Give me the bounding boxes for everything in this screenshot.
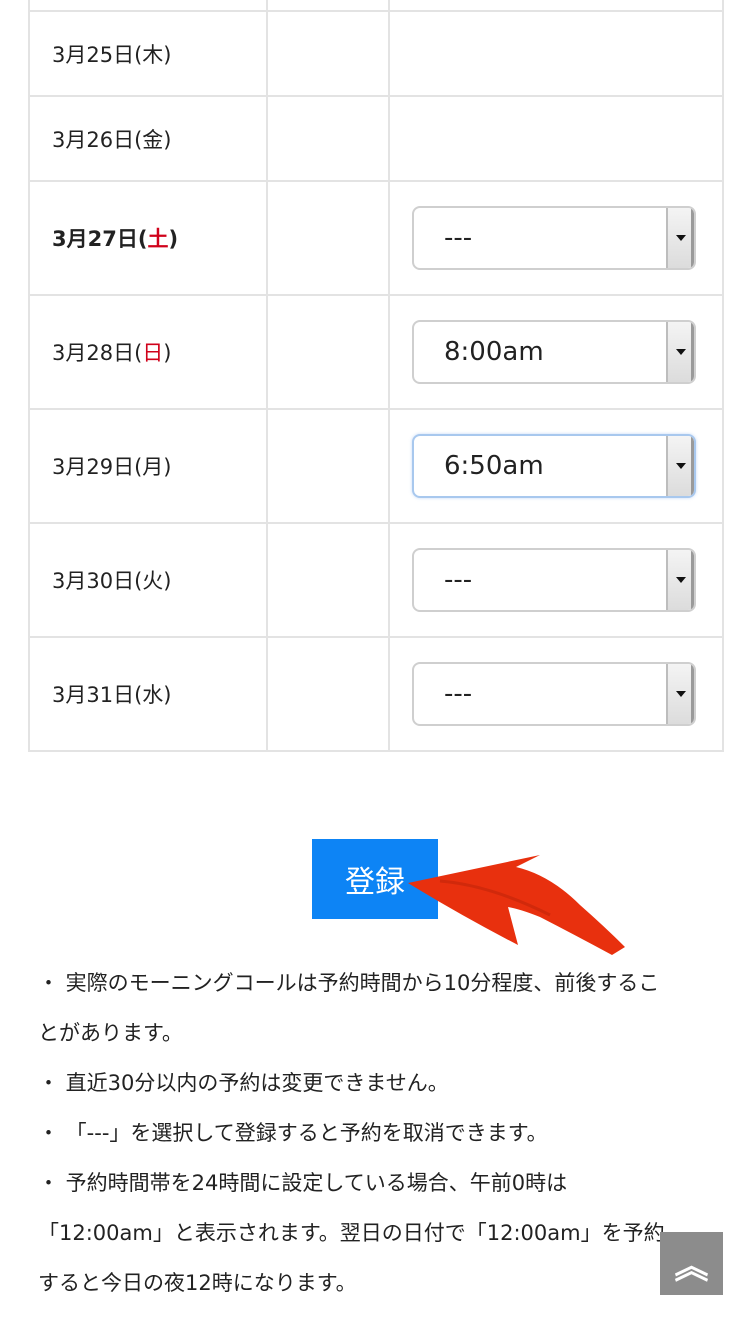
empty-cell — [266, 10, 390, 97]
empty-cell — [266, 294, 390, 410]
time-select-3-29[interactable]: 6:50am — [412, 434, 696, 498]
date-cell: 3月28日(日) — [28, 294, 268, 410]
note-line: ・ 予約時間帯を24時間に設定している場合、午前0時は — [38, 1171, 568, 1195]
double-chevron-up-icon: ︽ — [674, 1247, 709, 1287]
empty-cell — [266, 180, 390, 296]
table-row: 3月28日(日) 8:00am — [28, 294, 724, 410]
note-line: ・ 実際のモーニングコールは予約時間から10分程度、前後するこ — [38, 971, 660, 995]
empty-cell — [266, 522, 390, 638]
table-row-partial — [28, 0, 724, 12]
time-cell — [388, 95, 724, 182]
reservation-table: 3月25日(木) 3月26日(金) 3月27日(土) --- 3月28日(日) — [28, 0, 724, 752]
time-select-3-28[interactable]: 8:00am — [412, 320, 696, 384]
scroll-to-top-button[interactable]: ︽ — [660, 1232, 723, 1295]
chevron-down-icon — [666, 664, 694, 724]
note-line: ・ 「---」を選択して登録すると予約を取消できます。 — [38, 1121, 548, 1145]
time-cell: --- — [388, 180, 724, 296]
note-line: ・ 直近30分以内の予約は変更できません。 — [38, 1071, 449, 1095]
time-cell: --- — [388, 636, 724, 752]
note-line: とがあります。 — [38, 1021, 183, 1045]
time-cell: 6:50am — [388, 408, 724, 524]
date-cell: 3月25日(木) — [28, 10, 268, 97]
time-cell: --- — [388, 522, 724, 638]
time-select-3-30[interactable]: --- — [412, 548, 696, 612]
chevron-down-icon — [666, 322, 694, 382]
chevron-down-icon — [666, 550, 694, 610]
empty-cell — [266, 636, 390, 752]
table-row: 3月29日(月) 6:50am — [28, 408, 724, 524]
date-cell: 3月29日(月) — [28, 408, 268, 524]
time-cell: 8:00am — [388, 294, 724, 410]
date-cell: 3月27日(土) — [28, 180, 268, 296]
table-row: 3月27日(土) --- — [28, 180, 724, 296]
table-row: 3月26日(金) — [28, 95, 724, 182]
time-cell — [388, 10, 724, 97]
table-row: 3月31日(水) --- — [28, 636, 724, 752]
table-row: 3月25日(木) — [28, 10, 724, 97]
note-line: すると今日の夜12時になります。 — [38, 1271, 357, 1295]
date-cell: 3月26日(金) — [28, 95, 268, 182]
date-cell: 3月31日(水) — [28, 636, 268, 752]
time-select-3-31[interactable]: --- — [412, 662, 696, 726]
date-cell: 3月30日(火) — [28, 522, 268, 638]
note-line: 「12:00am」と表示されます。翌日の日付で「12:00am」を予約 — [38, 1221, 665, 1245]
chevron-down-icon — [666, 208, 694, 268]
empty-cell — [266, 95, 390, 182]
red-arrow-annotation-icon — [408, 855, 625, 955]
chevron-down-icon — [666, 436, 694, 496]
empty-cell — [266, 408, 390, 524]
table-row: 3月30日(火) --- — [28, 522, 724, 638]
notes-section: ・ 実際のモーニングコールは予約時間から10分程度、前後するこ とがあります。 … — [38, 958, 728, 1308]
time-select-3-27[interactable]: --- — [412, 206, 696, 270]
